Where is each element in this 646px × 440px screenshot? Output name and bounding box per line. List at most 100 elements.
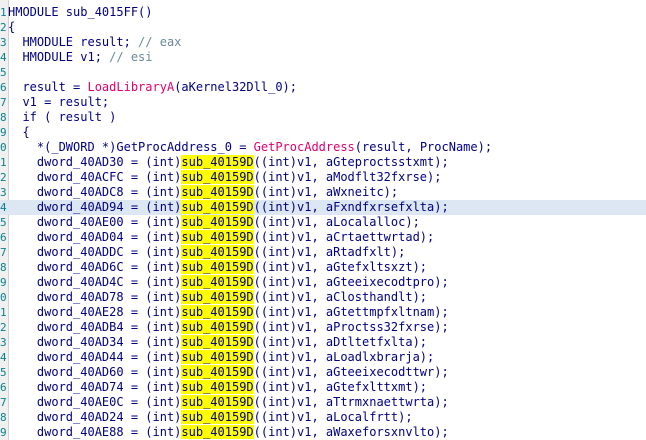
code-line[interactable]: 8 dword_40AD24 = (int)sub_40159D((int)v1…	[0, 410, 646, 425]
code-line[interactable]: 6 dword_40AD04 = (int)sub_40159D((int)v1…	[0, 230, 646, 245]
highlighted-identifier[interactable]: sub_40159D	[181, 185, 254, 199]
code-token[interactable]: ((int)v1, aGteeixecodttwr);	[254, 365, 449, 379]
code-line[interactable]: 1 dword_40AE28 = (int)sub_40159D((int)v1…	[0, 305, 646, 320]
code-line[interactable]: 8 if ( result )	[0, 110, 646, 125]
code-token[interactable]: ((int)v1, aCrtaettwrtad);	[254, 230, 435, 244]
highlighted-identifier[interactable]: sub_40159D	[181, 395, 254, 409]
code-token[interactable]: dword_40AD6C = (int)	[8, 260, 182, 274]
code-line[interactable]: 4 HMODULE v1; // esi	[0, 50, 646, 65]
code-line[interactable]: 6 dword_40AD74 = (int)sub_40159D((int)v1…	[0, 380, 646, 395]
function-call[interactable]: GetProcAddress	[254, 140, 355, 154]
code-line[interactable]: 9 dword_40AE88 = (int)sub_40159D((int)v1…	[0, 425, 646, 440]
code-token[interactable]: ((int)v1, aTtrmxnaettwrta);	[254, 395, 449, 409]
code-line[interactable]: 9 dword_40AD4C = (int)sub_40159D((int)v1…	[0, 275, 646, 290]
code-token[interactable]: if ( result )	[8, 110, 116, 124]
code-text[interactable]: v1 = result;	[8, 95, 109, 110]
code-token[interactable]: dword_40AD94 = (int)	[8, 200, 182, 214]
code-token[interactable]: HMODULE v1;	[8, 50, 109, 64]
code-token[interactable]: dword_40AD78 = (int)	[8, 290, 182, 304]
code-line[interactable]: 1 dword_40AD30 = (int)sub_40159D((int)v1…	[0, 155, 646, 170]
code-token[interactable]: ((int)v1, aRtadfxlt);	[254, 245, 406, 259]
code-token[interactable]: ((int)v1, aClosthandlt);	[254, 290, 427, 304]
code-token[interactable]: dword_40AE28 = (int)	[8, 305, 182, 319]
code-token[interactable]: HMODULE result;	[8, 35, 138, 49]
code-token[interactable]: {	[8, 125, 29, 139]
code-text[interactable]: dword_40AD6C = (int)sub_40159D((int)v1, …	[8, 260, 427, 275]
function-call[interactable]: LoadLibraryA	[87, 80, 174, 94]
code-token[interactable]: dword_40ACFC = (int)	[8, 170, 182, 184]
code-text[interactable]: result = LoadLibraryA(aKernel32Dll_0);	[8, 80, 297, 95]
code-token[interactable]: ((int)v1, aGtefxltsxzt);	[254, 260, 427, 274]
code-token[interactable]: dword_40AD04 = (int)	[8, 230, 182, 244]
comment[interactable]: // esi	[109, 50, 152, 64]
code-token[interactable]: v1 = result;	[8, 95, 109, 109]
code-text[interactable]: dword_40AD60 = (int)sub_40159D((int)v1, …	[8, 365, 449, 380]
highlighted-identifier[interactable]: sub_40159D	[181, 230, 254, 244]
code-text[interactable]: dword_40ACFC = (int)sub_40159D((int)v1, …	[8, 170, 441, 185]
code-token[interactable]: ((int)v1, aWxneitc);	[254, 185, 399, 199]
code-text[interactable]: dword_40AE00 = (int)sub_40159D((int)v1, …	[8, 215, 420, 230]
code-token[interactable]: ((int)v1, aGtefxlttxmt);	[254, 380, 427, 394]
code-line[interactable]: 3 HMODULE result; // eax	[0, 35, 646, 50]
code-line[interactable]: 3 dword_40AD34 = (int)sub_40159D((int)v1…	[0, 335, 646, 350]
code-token[interactable]: (aKernel32Dll_0);	[174, 80, 297, 94]
code-token[interactable]: ((int)v1, aFxndfxrsefxlta);	[254, 200, 449, 214]
code-text[interactable]: dword_40AE28 = (int)sub_40159D((int)v1, …	[8, 305, 449, 320]
code-line[interactable]: 0 dword_40AD78 = (int)sub_40159D((int)v1…	[0, 290, 646, 305]
code-token[interactable]: dword_40AD44 = (int)	[8, 350, 182, 364]
code-line[interactable]: 3 dword_40ADC8 = (int)sub_40159D((int)v1…	[0, 185, 646, 200]
code-token[interactable]: dword_40AD24 = (int)	[8, 410, 182, 424]
code-line[interactable]: 0 *(_DWORD *)GetProcAddress_0 = GetProcA…	[0, 140, 646, 155]
code-token[interactable]: result =	[8, 80, 87, 94]
highlighted-identifier[interactable]: sub_40159D	[181, 320, 254, 334]
code-line[interactable]: 6 result = LoadLibraryA(aKernel32Dll_0);	[0, 80, 646, 95]
code-text[interactable]: HMODULE v1; // esi	[8, 50, 152, 65]
code-token[interactable]: dword_40AD30 = (int)	[8, 155, 182, 169]
pseudocode-view[interactable]: 1 HMODULE sub_4015FF() 2{3 HMODULE result;…	[0, 0, 646, 440]
code-text[interactable]: dword_40AD94 = (int)sub_40159D((int)v1, …	[8, 200, 449, 215]
highlighted-identifier[interactable]: sub_40159D	[181, 350, 254, 364]
code-token[interactable]: ((int)v1, aLoadlxbrarja);	[254, 350, 435, 364]
code-token[interactable]: dword_40AD60 = (int)	[8, 365, 182, 379]
code-line[interactable]: 4 dword_40AD94 = (int)sub_40159D((int)v1…	[0, 200, 646, 215]
code-token[interactable]: HMODULE sub_4015FF()	[8, 5, 153, 19]
highlighted-identifier[interactable]: sub_40159D	[181, 215, 254, 229]
code-line[interactable]: 1 HMODULE sub_4015FF()	[0, 5, 646, 20]
code-text[interactable]: dword_40ADC8 = (int)sub_40159D((int)v1, …	[8, 185, 398, 200]
code-line[interactable]: 5 dword_40AE00 = (int)sub_40159D((int)v1…	[0, 215, 646, 230]
code-token[interactable]: {	[8, 20, 15, 34]
code-token[interactable]: (result, ProcName);	[355, 140, 492, 154]
code-text[interactable]: dword_40AD74 = (int)sub_40159D((int)v1, …	[8, 380, 427, 395]
highlighted-identifier[interactable]: sub_40159D	[181, 380, 254, 394]
code-text[interactable]: dword_40AE0C = (int)sub_40159D((int)v1, …	[8, 395, 449, 410]
code-text[interactable]: HMODULE result; // eax	[8, 35, 181, 50]
code-token[interactable]: ((int)v1, aLocalfrtt);	[254, 410, 413, 424]
code-text[interactable]: dword_40AD24 = (int)sub_40159D((int)v1, …	[8, 410, 413, 425]
code-line[interactable]: 9 {	[0, 125, 646, 140]
code-line[interactable]: 2 dword_40ACFC = (int)sub_40159D((int)v1…	[0, 170, 646, 185]
code-line[interactable]: 7 v1 = result;	[0, 95, 646, 110]
code-text[interactable]: dword_40AD30 = (int)sub_40159D((int)v1, …	[8, 155, 449, 170]
code-text[interactable]: dword_40ADB4 = (int)sub_40159D((int)v1, …	[8, 320, 449, 335]
code-token[interactable]: dword_40ADC8 = (int)	[8, 185, 182, 199]
highlighted-identifier[interactable]: sub_40159D	[181, 425, 254, 439]
highlighted-identifier[interactable]: sub_40159D	[181, 365, 254, 379]
highlighted-identifier[interactable]: sub_40159D	[181, 245, 254, 259]
code-token[interactable]: dword_40AD74 = (int)	[8, 380, 182, 394]
code-text[interactable]: dword_40AD04 = (int)sub_40159D((int)v1, …	[8, 230, 434, 245]
code-line[interactable]: 2{	[0, 20, 646, 35]
code-text[interactable]: dword_40ADDC = (int)sub_40159D((int)v1, …	[8, 245, 405, 260]
code-token[interactable]: ((int)v1, aGteproctsstxmt);	[254, 155, 449, 169]
code-token[interactable]: ((int)v1, aDtltetfxlta);	[254, 335, 427, 349]
code-line[interactable]: 4 dword_40AD44 = (int)sub_40159D((int)v1…	[0, 350, 646, 365]
code-text[interactable]: dword_40AD4C = (int)sub_40159D((int)v1, …	[8, 275, 449, 290]
code-token[interactable]: ((int)v1, aModflt32fxrse);	[254, 170, 442, 184]
code-text[interactable]: dword_40AD34 = (int)sub_40159D((int)v1, …	[8, 335, 427, 350]
highlighted-identifier[interactable]: sub_40159D	[181, 260, 254, 274]
code-line[interactable]: 7 dword_40ADDC = (int)sub_40159D((int)v1…	[0, 245, 646, 260]
highlighted-identifier[interactable]: sub_40159D	[181, 305, 254, 319]
code-text[interactable]: dword_40AD44 = (int)sub_40159D((int)v1, …	[8, 350, 434, 365]
highlighted-identifier[interactable]: sub_40159D	[181, 335, 254, 349]
highlighted-identifier[interactable]: sub_40159D	[181, 200, 254, 214]
code-token[interactable]: ((int)v1, aWaxeforsxnvlto);	[254, 425, 449, 439]
